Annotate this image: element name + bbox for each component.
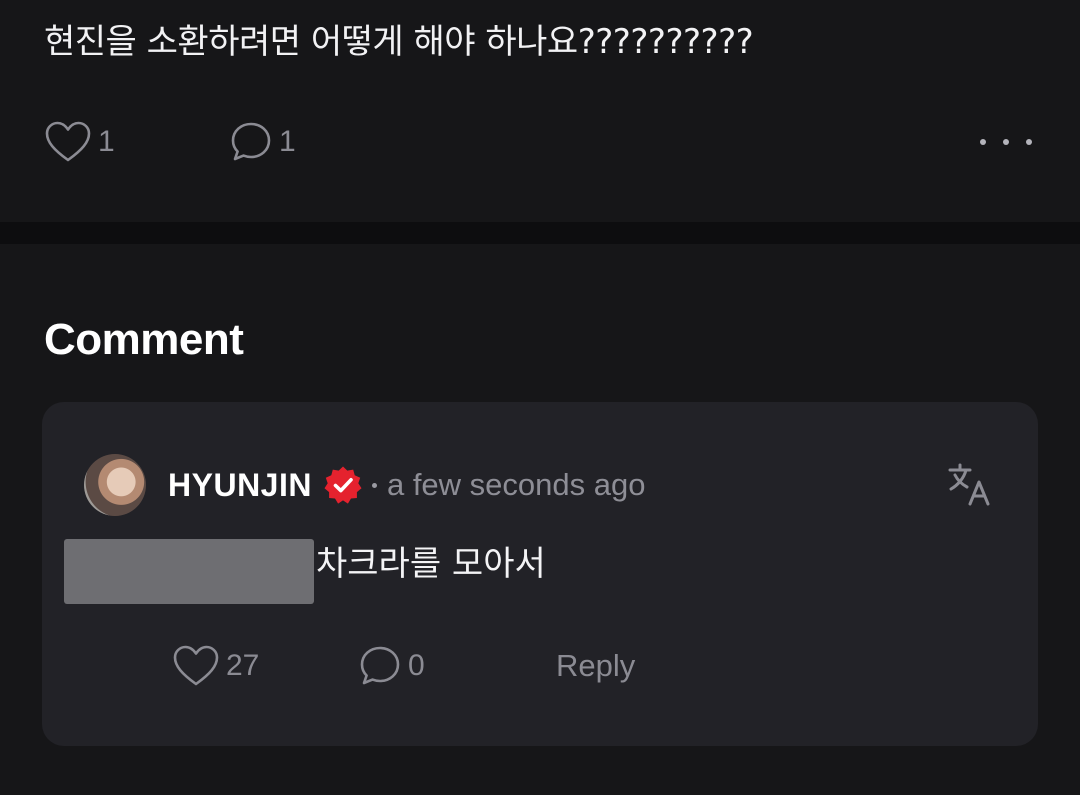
comment-like-button[interactable]: 27 xyxy=(172,638,259,694)
separator-dot xyxy=(371,482,377,488)
comment-card: HYUNJIN a few seconds ago 차크라를 모아서 27 0 … xyxy=(42,402,1038,746)
more-options-button[interactable] xyxy=(980,128,1032,156)
comment-actions: 27 0 Reply xyxy=(42,638,1038,694)
comment-reply-count-button[interactable]: 0 xyxy=(358,638,425,694)
comment-timestamp: a few seconds ago xyxy=(386,467,646,502)
translate-icon xyxy=(946,460,994,512)
post: 현진을 소환하려면 어떻게 해야 하나요?????????? 1 1 xyxy=(0,0,1080,222)
section-divider xyxy=(0,222,1080,244)
post-comment-count: 1 xyxy=(279,125,296,158)
verified-badge-icon xyxy=(322,464,364,506)
post-comment-button[interactable]: 1 xyxy=(229,112,296,172)
comment-reply-count: 0 xyxy=(408,649,425,682)
comment-text: 차크라를 모아서 xyxy=(316,544,546,584)
speech-bubble-icon xyxy=(229,120,273,164)
speech-bubble-icon xyxy=(358,644,402,688)
heart-icon xyxy=(172,644,220,688)
redacted-mention xyxy=(64,539,314,604)
translate-button[interactable] xyxy=(944,460,996,512)
heart-icon xyxy=(44,120,92,164)
reply-button[interactable]: Reply xyxy=(556,638,635,694)
comment-author-name[interactable]: HYUNJIN xyxy=(168,467,312,504)
comment-author-row: HYUNJIN a few seconds ago xyxy=(168,460,645,510)
comment-section-title: Comment xyxy=(44,315,244,364)
post-like-button[interactable]: 1 xyxy=(44,112,115,172)
more-dots-icon xyxy=(980,139,986,145)
comment-like-count: 27 xyxy=(226,649,260,682)
post-like-count: 1 xyxy=(98,125,115,158)
avatar[interactable] xyxy=(84,454,146,516)
post-actions: 1 1 xyxy=(0,112,1080,172)
post-text: 현진을 소환하려면 어떻게 해야 하나요?????????? xyxy=(44,22,754,62)
